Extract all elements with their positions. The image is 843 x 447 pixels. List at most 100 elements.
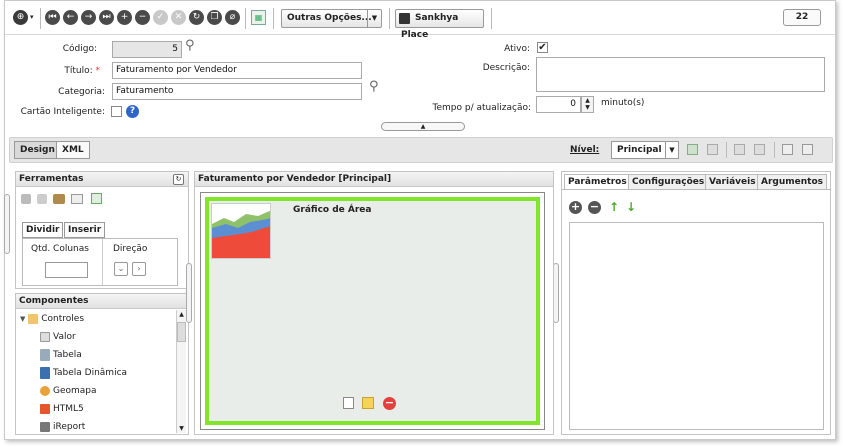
first-record-icon[interactable]: ⏮: [45, 10, 60, 25]
help-icon[interactable]: ?: [126, 105, 139, 118]
direction-horizontal-icon[interactable]: ›: [132, 262, 146, 276]
refresh-icon[interactable]: ↻: [173, 174, 184, 185]
tab-variaveis[interactable]: Variáveis: [705, 174, 760, 189]
tempo-label: Tempo p/ atualização:: [432, 103, 531, 113]
component-drop-area[interactable]: Gráfico de Área −: [205, 197, 540, 425]
list-item[interactable]: Geomapa: [40, 384, 97, 398]
remove-level-icon[interactable]: [707, 144, 718, 155]
tab-design[interactable]: Design: [14, 141, 61, 159]
app-window: ⊕ ▾ ⏮ ← → ⏭ + − ✓ ✕ ↻ ❐ ⌀ ▦ Outras Opçõe…: [4, 0, 836, 440]
direction-vertical-icon[interactable]: ⌄: [114, 262, 128, 276]
preview-icon[interactable]: [802, 144, 813, 155]
globe-menu-icon[interactable]: ⊕: [13, 10, 28, 25]
left-collapse-handle[interactable]: [4, 194, 10, 254]
tab-inserir[interactable]: Inserir: [64, 222, 106, 238]
area-chart-icon: [212, 210, 270, 258]
folder-icon: [28, 313, 39, 324]
descricao-label: Descrição:: [482, 63, 530, 73]
list-item[interactable]: iReport: [40, 420, 85, 434]
last-record-icon[interactable]: ⏭: [99, 10, 114, 25]
search-icon[interactable]: ⚲: [369, 79, 379, 94]
refresh-icon[interactable]: ↻: [189, 10, 204, 25]
move-down-icon[interactable]: ↓: [626, 200, 636, 214]
copy-icon[interactable]: ❐: [207, 10, 222, 25]
chevron-down-icon: ▼: [665, 142, 678, 158]
canvas-title: Faturamento por Vendedor [Principal]: [198, 174, 392, 184]
tempo-field[interactable]: 0: [536, 96, 581, 113]
cartao-checkbox[interactable]: [111, 106, 122, 117]
grid-view-icon[interactable]: ▦: [251, 10, 266, 25]
sankhya-place-button[interactable]: Sankhya Place: [395, 9, 484, 40]
add-parameter-icon[interactable]: +: [569, 201, 582, 214]
scroll-thumb[interactable]: [177, 322, 186, 342]
add-level-icon[interactable]: [687, 144, 698, 155]
tab-dividir[interactable]: Dividir: [22, 222, 64, 238]
properties-tab-bar: Parâmetros Configurações Variáveis Argum…: [562, 172, 830, 190]
tree-view-icon[interactable]: [782, 144, 793, 155]
valor-icon: [40, 331, 50, 342]
other-options-button[interactable]: Outras Opções... ▼: [281, 9, 382, 28]
tab-configuracoes[interactable]: Configurações: [628, 174, 709, 189]
list-item[interactable]: Tabela: [40, 348, 82, 362]
dividir-box: Qtd. Colunas Direção ⌄ ›: [22, 238, 178, 286]
nivel-select[interactable]: Principal ▼: [611, 141, 679, 159]
qtd-colunas-input[interactable]: [45, 262, 88, 278]
properties-panel: Parâmetros Configurações Variáveis Argum…: [561, 171, 831, 435]
next-record-icon[interactable]: →: [81, 10, 96, 25]
toolbar-separator: [491, 8, 492, 29]
pivot-table-icon: [40, 366, 50, 379]
titulo-field[interactable]: Faturamento por Vendedor: [112, 62, 362, 79]
categoria-field[interactable]: Faturamento: [112, 83, 362, 100]
remove-parameter-icon[interactable]: −: [588, 201, 601, 214]
undo-icon[interactable]: [21, 194, 31, 204]
tempo-stepper[interactable]: ▲ ▼: [581, 96, 594, 113]
chevron-down-icon[interactable]: ▾: [30, 13, 34, 21]
tree-group-controles[interactable]: ▼ Controles: [20, 312, 84, 326]
componentes-title: Componentes: [19, 296, 89, 306]
search-icon[interactable]: ⚲: [185, 38, 195, 53]
ferramentas-header: Ferramentas: [16, 172, 188, 187]
parameters-list[interactable]: [569, 222, 824, 430]
qtd-colunas-label: Qtd. Colunas: [31, 244, 89, 254]
ferramentas-title: Ferramentas: [19, 174, 84, 184]
add-icon[interactable]: +: [117, 10, 132, 25]
frame-icon[interactable]: [71, 194, 83, 204]
titulo-label-text: Título:: [64, 66, 93, 76]
list-item[interactable]: Valor: [40, 330, 76, 344]
remove-icon[interactable]: −: [135, 10, 150, 25]
move-up-icon[interactable]: ↑: [609, 200, 619, 214]
confirm-icon[interactable]: ✓: [153, 10, 168, 25]
paste-level-icon[interactable]: [754, 144, 765, 155]
list-item[interactable]: HTML5: [40, 402, 84, 416]
codigo-field[interactable]: 5: [112, 41, 182, 58]
scroll-up-icon[interactable]: ▲: [177, 310, 186, 319]
attach-icon[interactable]: ⌀: [225, 10, 240, 25]
copy-level-icon[interactable]: [734, 144, 745, 155]
nivel-label: Nível:: [570, 145, 600, 155]
qtd-colunas-cell: Qtd. Colunas: [23, 239, 103, 285]
list-item[interactable]: Tabela Dinâmica: [40, 366, 127, 380]
grid-icon[interactable]: [91, 193, 102, 204]
remove-component-icon[interactable]: −: [383, 397, 396, 410]
table-icon: [40, 348, 50, 361]
notification-badge[interactable]: 22: [783, 9, 821, 26]
left-splitter[interactable]: [186, 263, 192, 323]
componentes-scrollbar[interactable]: ▲ ▼: [176, 310, 186, 433]
previous-record-icon[interactable]: ←: [63, 10, 78, 25]
descricao-field[interactable]: [536, 57, 825, 92]
tab-argumentos[interactable]: Argumentos: [757, 174, 827, 189]
geomap-icon: [40, 385, 50, 396]
design-bar: Design XML Nível: Principal ▼: [9, 137, 833, 163]
codigo-label: Código:: [62, 44, 97, 54]
direcao-label: Direção: [113, 244, 148, 254]
edit-icon[interactable]: [362, 397, 374, 409]
tab-xml[interactable]: XML: [56, 141, 90, 159]
ativo-checkbox[interactable]: ✔: [537, 42, 548, 53]
redo-icon[interactable]: [37, 194, 47, 204]
tab-parametros[interactable]: Parâmetros: [564, 174, 631, 189]
scroll-down-icon[interactable]: ▼: [177, 424, 186, 433]
collapse-form-toggle[interactable]: ▲: [381, 122, 465, 131]
cancel-icon[interactable]: ✕: [171, 10, 186, 25]
properties-icon[interactable]: [343, 397, 354, 409]
paint-icon[interactable]: [53, 194, 65, 204]
